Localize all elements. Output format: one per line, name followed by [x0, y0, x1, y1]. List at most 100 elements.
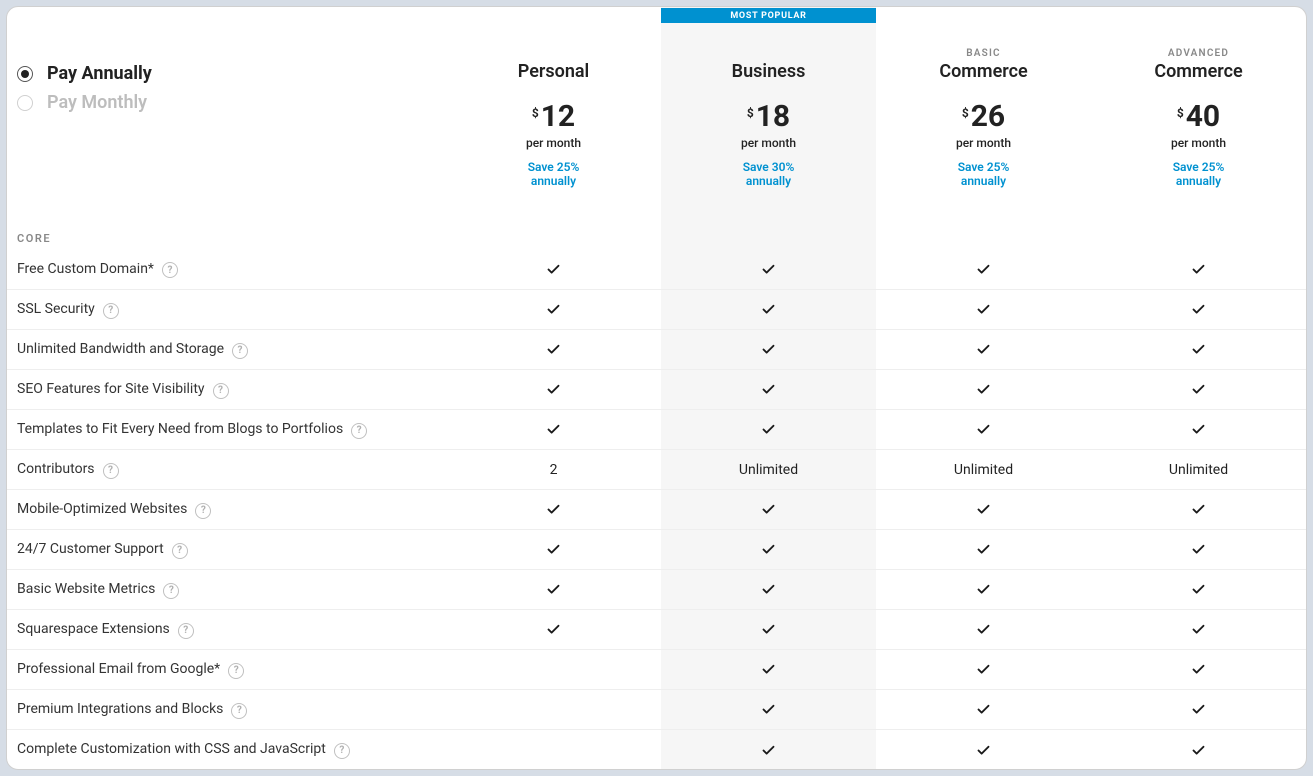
plan-header: Business$18per monthSave 30%annually — [661, 24, 876, 195]
plan-cell — [876, 410, 1091, 450]
plan-cell — [661, 570, 876, 610]
help-icon[interactable]: ? — [195, 503, 211, 519]
plan-cell — [1091, 690, 1306, 730]
feature-label: Professional Email from Google* — [17, 661, 220, 677]
save-label: Save 25%annually — [456, 160, 651, 189]
help-icon[interactable]: ? — [351, 423, 367, 439]
plan-cell — [661, 730, 876, 770]
feature-label: 24/7 Customer Support — [17, 541, 164, 557]
check-icon — [456, 582, 651, 597]
help-icon[interactable]: ? — [172, 543, 188, 559]
check-icon — [1101, 743, 1296, 758]
feature-label: Squarespace Extensions — [17, 621, 170, 637]
check-icon — [886, 662, 1081, 677]
plan-cell — [446, 610, 661, 650]
feature-row: Squarespace Extensions? — [7, 610, 1306, 650]
save-label: Save 30%annually — [671, 160, 866, 189]
help-icon[interactable]: ? — [232, 343, 248, 359]
plan-cell — [876, 530, 1091, 570]
plan-cell — [876, 290, 1091, 330]
currency-symbol: $ — [747, 107, 754, 119]
feature-label: Basic Website Metrics — [17, 581, 155, 597]
price-amount: 26 — [971, 102, 1005, 132]
help-icon[interactable]: ? — [162, 262, 178, 278]
pay-annually-radio[interactable]: Pay Annually — [17, 59, 436, 88]
check-icon — [1101, 622, 1296, 637]
feature-row: Complete Customization with CSS and Java… — [7, 730, 1306, 770]
plan-cell — [661, 490, 876, 530]
save-label: Save 25%annually — [1101, 160, 1296, 189]
plan-price: $40 — [1177, 102, 1220, 132]
plan-price: $26 — [962, 102, 1005, 132]
feature-row: 24/7 Customer Support? — [7, 530, 1306, 570]
check-icon — [671, 542, 866, 557]
feature-label: Unlimited Bandwidth and Storage — [17, 341, 224, 357]
per-month-label: per month — [1101, 136, 1296, 150]
feature-label: SSL Security — [17, 301, 95, 317]
plan-cell — [1091, 370, 1306, 410]
price-amount: 40 — [1186, 102, 1220, 132]
check-icon — [1101, 662, 1296, 677]
plan-cell — [1091, 650, 1306, 690]
plan-cell — [876, 490, 1091, 530]
currency-symbol: $ — [532, 107, 539, 119]
check-icon — [886, 542, 1081, 557]
check-icon — [1101, 262, 1296, 277]
check-icon — [456, 302, 651, 317]
help-icon[interactable]: ? — [213, 383, 229, 399]
help-icon[interactable]: ? — [103, 463, 119, 479]
plan-cell: Unlimited — [661, 450, 876, 490]
feature-label: Complete Customization with CSS and Java… — [17, 741, 326, 757]
plan-cell — [661, 370, 876, 410]
check-icon — [886, 502, 1081, 517]
pay-monthly-label: Pay Monthly — [47, 92, 147, 113]
pay-monthly-radio[interactable]: Pay Monthly — [17, 88, 436, 117]
radio-selected-icon — [17, 66, 33, 82]
pricing-table: MOST POPULARPay AnnuallyPay MonthlyPerso… — [7, 7, 1306, 770]
check-icon — [456, 622, 651, 637]
cell-value: Unlimited — [954, 462, 1013, 478]
check-icon — [1101, 302, 1296, 317]
plan-cell — [876, 610, 1091, 650]
help-icon[interactable]: ? — [228, 663, 244, 679]
plan-cell — [661, 250, 876, 290]
plan-cell — [446, 250, 661, 290]
help-icon[interactable]: ? — [178, 623, 194, 639]
help-icon[interactable]: ? — [103, 303, 119, 319]
save-label: Save 25%annually — [886, 160, 1081, 189]
check-icon — [456, 342, 651, 357]
help-icon[interactable]: ? — [334, 743, 350, 759]
check-icon — [1101, 542, 1296, 557]
plan-cell: Unlimited — [876, 450, 1091, 490]
plan-cell — [661, 530, 876, 570]
pay-annually-label: Pay Annually — [47, 63, 152, 84]
feature-row: Premium Integrations and Blocks? — [7, 690, 1306, 730]
plan-price: $18 — [747, 102, 790, 132]
check-icon — [1101, 582, 1296, 597]
check-icon — [671, 582, 866, 597]
check-icon — [671, 422, 866, 437]
feature-label: Free Custom Domain* — [17, 261, 154, 277]
help-icon[interactable]: ? — [231, 703, 247, 719]
plan-cell — [446, 330, 661, 370]
check-icon — [1101, 502, 1296, 517]
check-icon — [1101, 382, 1296, 397]
price-amount: 18 — [756, 102, 790, 132]
plan-cell — [876, 330, 1091, 370]
cell-value: Unlimited — [739, 462, 798, 478]
plan-cell — [1091, 290, 1306, 330]
plan-cell — [876, 370, 1091, 410]
check-icon — [1101, 422, 1296, 437]
check-icon — [886, 302, 1081, 317]
help-icon[interactable]: ? — [163, 583, 179, 599]
plan-cell — [446, 410, 661, 450]
plan-cell — [446, 570, 661, 610]
plan-cell — [446, 730, 661, 770]
plan-cell — [876, 650, 1091, 690]
plan-cell: Unlimited — [1091, 450, 1306, 490]
plan-header: Personal$12per monthSave 25%annually — [446, 24, 661, 195]
plan-cell — [661, 410, 876, 450]
feature-row: Professional Email from Google*? — [7, 650, 1306, 690]
feature-row: SEO Features for Site Visibility? — [7, 370, 1306, 410]
check-icon — [886, 743, 1081, 758]
